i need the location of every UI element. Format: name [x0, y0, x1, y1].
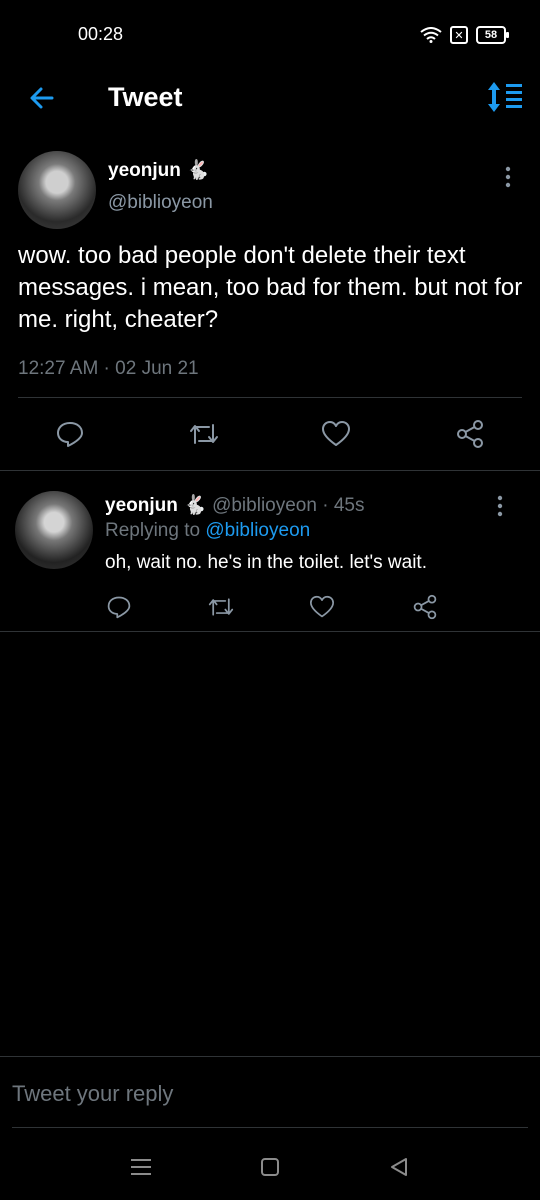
more-vertical-icon	[505, 166, 511, 188]
rabbit-emoji: 🐇	[183, 495, 207, 516]
share-icon	[457, 420, 483, 448]
reply-icon	[57, 422, 83, 447]
retweet-button[interactable]	[203, 589, 239, 625]
divider	[0, 470, 540, 471]
share-button[interactable]	[407, 589, 443, 625]
retweet-icon	[190, 424, 218, 444]
like-button[interactable]	[304, 589, 340, 625]
tweet-timestamp: 12:27 AM · 02 Jun 21	[18, 358, 199, 379]
like-icon	[322, 421, 350, 446]
more-button[interactable]	[488, 494, 512, 518]
replying-to-label: Replying to	[105, 520, 201, 541]
share-icon	[413, 594, 437, 620]
divider	[0, 1056, 540, 1057]
replying-to: Replying to @biblioyeon	[105, 520, 310, 542]
header: Tweet	[0, 68, 540, 128]
reply-button[interactable]	[52, 416, 88, 452]
reply-icon	[107, 596, 131, 619]
wifi-icon	[420, 27, 442, 43]
status-icons: ✕ 58	[420, 26, 509, 44]
battery-icon: 58	[476, 26, 509, 44]
sort-icon	[488, 82, 522, 112]
more-vertical-icon	[497, 495, 503, 517]
retweet-button[interactable]	[186, 416, 222, 452]
rabbit-emoji: 🐇	[186, 160, 210, 181]
like-icon	[310, 595, 334, 618]
reply-button[interactable]	[101, 589, 137, 625]
home-icon	[261, 1158, 279, 1176]
reply-header: yeonjun 🐇 @biblioyeon · 45s	[105, 493, 364, 517]
more-button[interactable]	[496, 165, 520, 189]
battery-level: 58	[484, 29, 498, 41]
mention-link[interactable]: @biblioyeon	[205, 520, 310, 541]
page-title: Tweet	[108, 82, 183, 112]
home-button[interactable]	[250, 1147, 290, 1187]
menu-button[interactable]	[121, 1147, 161, 1187]
divider	[0, 631, 540, 632]
box-x-icon: ✕	[450, 26, 468, 44]
reply-author-name[interactable]: yeonjun	[105, 495, 178, 516]
arrow-left-icon	[30, 87, 54, 109]
status-time: 00:28	[78, 24, 124, 44]
back-button[interactable]	[26, 82, 58, 114]
author-name-text: yeonjun	[108, 160, 181, 181]
author-handle[interactable]: @biblioyeon	[108, 192, 213, 214]
avatar[interactable]	[18, 151, 96, 229]
nav-back-button[interactable]	[379, 1147, 419, 1187]
reply-input[interactable]	[12, 1074, 522, 1114]
menu-icon	[131, 1159, 151, 1175]
sort-button[interactable]	[486, 80, 524, 114]
avatar[interactable]	[15, 491, 93, 569]
tweet-text: wow. too bad people don't delete their t…	[18, 242, 523, 333]
divider	[12, 1127, 528, 1128]
back-icon	[391, 1158, 407, 1176]
share-button[interactable]	[452, 416, 488, 452]
author-name[interactable]: yeonjun 🐇	[108, 158, 210, 182]
reply-text: oh, wait no. he's in the toilet. let's w…	[105, 552, 427, 573]
reply-meta: @biblioyeon · 45s	[212, 495, 365, 516]
divider	[18, 397, 522, 398]
like-button[interactable]	[318, 416, 354, 452]
retweet-icon	[208, 598, 234, 616]
